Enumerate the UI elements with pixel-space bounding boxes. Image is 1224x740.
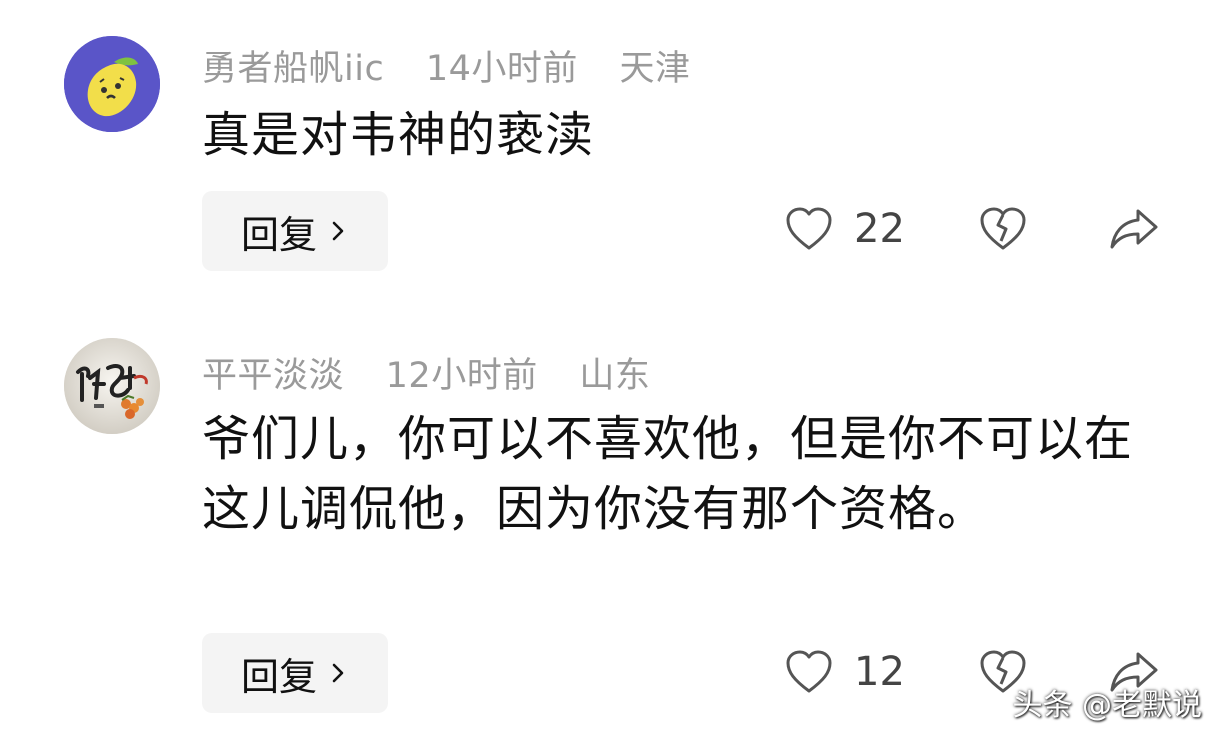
share-button[interactable] <box>1108 205 1160 253</box>
chevron-right-icon <box>332 221 344 241</box>
like-button[interactable]: 22 <box>784 205 905 253</box>
heart-icon <box>786 207 832 250</box>
timestamp: 14小时前 <box>425 49 578 89</box>
avatar[interactable] <box>64 338 160 434</box>
reply-button[interactable]: 回复 <box>202 633 388 713</box>
like-count: 22 <box>854 206 905 252</box>
like-button[interactable]: 12 <box>784 648 905 696</box>
comment-meta: 勇者船帆iic 14小时前 天津 <box>202 40 721 91</box>
lemon-avatar-icon <box>64 36 160 132</box>
chevron-right-icon <box>332 663 344 683</box>
timestamp: 12小时前 <box>385 356 538 396</box>
reply-button[interactable]: 回复 <box>202 191 388 271</box>
comment-text: 爷们儿，你可以不喜欢他，但是你不可以在这儿调侃他，因为你没有那个资格。 <box>202 411 1134 537</box>
share-icon <box>1110 209 1158 249</box>
dislike-button[interactable] <box>978 205 1028 253</box>
username[interactable]: 平平淡淡 <box>202 356 344 396</box>
calligraphy-avatar-icon <box>64 338 160 434</box>
reply-label: 回复 <box>240 212 317 257</box>
reply-label: 回复 <box>240 654 317 699</box>
like-count: 12 <box>854 649 905 695</box>
broken-heart-icon <box>980 207 1026 250</box>
heart-icon <box>786 650 832 693</box>
location: 山东 <box>579 356 651 396</box>
comment-meta: 平平淡淡 12小时前 山东 <box>202 347 680 398</box>
comment-text: 真是对韦神的亵渎 <box>202 107 595 163</box>
location: 天津 <box>619 49 691 89</box>
watermark: 头条 @老默说 <box>1012 688 1202 723</box>
username[interactable]: 勇者船帆iic <box>202 49 384 89</box>
avatar[interactable] <box>64 36 160 132</box>
